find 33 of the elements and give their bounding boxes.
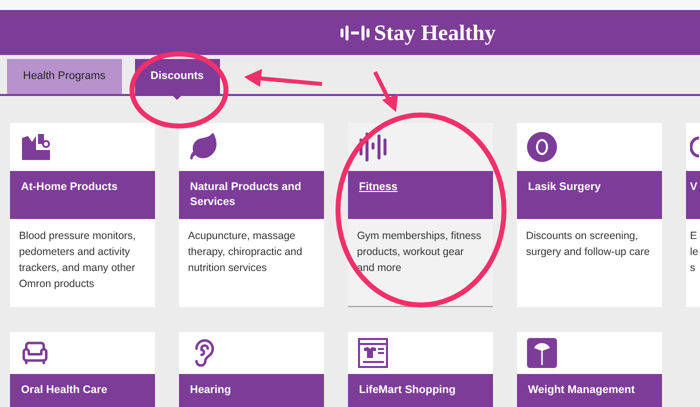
card-description: s	[690, 261, 696, 276]
card-description: le	[690, 245, 700, 260]
devices-icon	[20, 132, 52, 162]
card-title[interactable]: V	[690, 180, 700, 195]
arrow	[372, 70, 400, 114]
leaf-icon	[189, 132, 219, 162]
card-title[interactable]: Fitness	[359, 180, 482, 195]
program-card[interactable]: Weight Management	[517, 332, 662, 407]
card-description: Blood pressure monitors, pedometers and activity trackers, and many other Omron products	[18, 229, 137, 292]
shirt-window-icon	[358, 338, 388, 368]
eye-icon	[527, 132, 557, 162]
card-title[interactable]: Hearing	[190, 383, 313, 398]
program-card[interactable]: V E le s	[686, 123, 700, 307]
scale-icon	[527, 338, 557, 368]
card-description: E	[690, 229, 698, 244]
card-title[interactable]: Natural Products and Services	[190, 180, 313, 210]
program-card[interactable]: LifeMart Shopping	[348, 332, 493, 407]
program-card[interactable]: Hearing	[179, 332, 324, 407]
card-description: Acupuncture, massage therapy, chiropractic and nutrition services	[187, 229, 304, 276]
program-card[interactable]: Oral Health Care	[10, 332, 155, 407]
tab[interactable]: Health Programs	[7, 59, 122, 94]
program-card[interactable]: At-Home Products Blood pressure monitors, pedometers and activity trackers, and many other Omron products	[10, 123, 155, 307]
card-description: Discounts on screening, surgery and follow-up care	[525, 229, 651, 260]
card-title[interactable]: Oral Health Care	[21, 383, 144, 398]
program-card[interactable]: Natural Products and Services Acupuncture, massage therapy, chiropractic and nutrition services	[179, 123, 324, 307]
ring-icon	[690, 136, 700, 158]
card-title[interactable]: LifeMart Shopping	[359, 383, 482, 398]
dumbbell-icon	[340, 24, 370, 40]
logo-text[interactable]: Stay Healthy	[374, 16, 496, 49]
card-title[interactable]: Weight Management	[528, 383, 651, 398]
program-card[interactable]: Lasik Surgery Discounts on screening, surgery and follow-up care	[517, 123, 662, 307]
card-title[interactable]: At-Home Products	[21, 180, 144, 195]
card-title[interactable]: Lasik Surgery	[528, 180, 651, 195]
